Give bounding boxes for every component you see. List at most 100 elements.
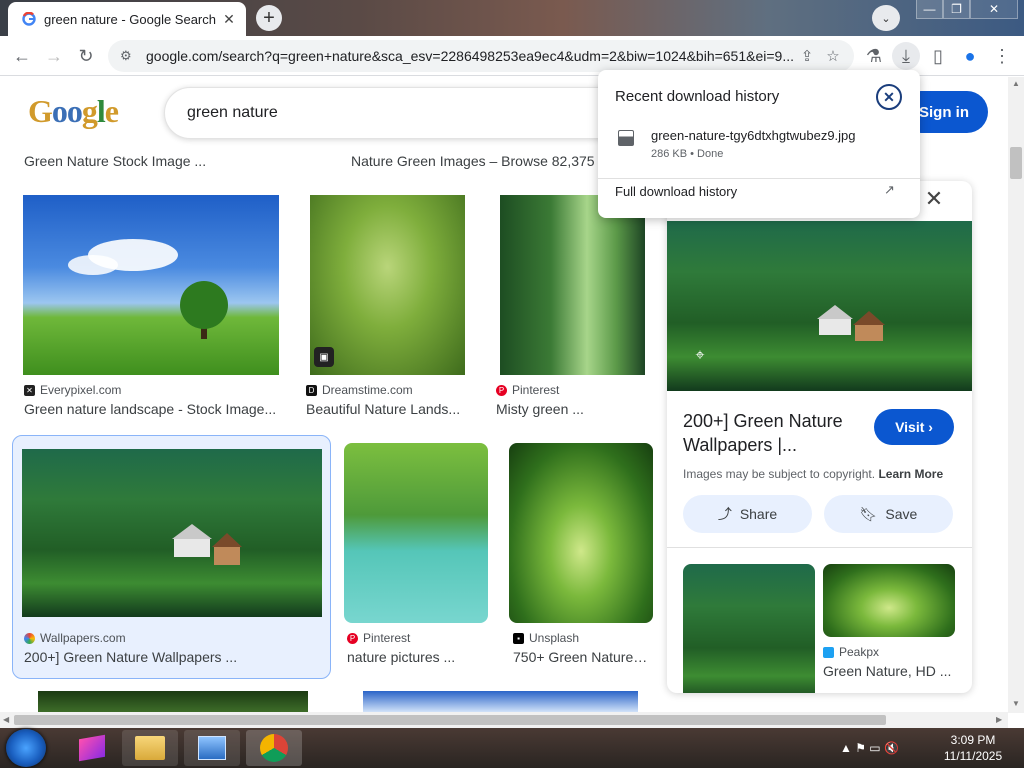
windows-taskbar: ▲ ⚑ ▭ 🔇 3:09 PM 11/11/2025 <box>0 728 1024 768</box>
side-panel-icon[interactable]: ▯ <box>924 42 952 70</box>
system-tray[interactable]: ▲ ⚑ ▭ 🔇 <box>840 728 899 768</box>
result-caption[interactable]: 750+ Green Nature ... <box>513 649 648 665</box>
result-source[interactable]: Wallpapers.com <box>24 631 126 645</box>
visit-button[interactable]: Visit › <box>874 409 954 445</box>
clock-time: 3:09 PM <box>950 733 996 747</box>
result-image-forest-path[interactable]: ▣ <box>310 195 465 375</box>
google-lens-icon[interactable]: ⌖ <box>689 345 711 367</box>
share-button[interactable]: ⤴ Share <box>683 495 812 533</box>
tab-search-button[interactable]: ⌄ <box>872 5 900 31</box>
preview-title[interactable]: 200+] Green Nature Wallpapers |... <box>683 409 863 457</box>
result-caption[interactable]: Nature Green Images – Browse 82,375 <box>351 153 601 169</box>
reload-button[interactable]: ↻ <box>72 42 100 70</box>
result-caption[interactable]: nature pictures ... <box>347 649 492 665</box>
preview-image[interactable]: ⌖ <box>667 221 972 391</box>
copyright-text: Images may be subject to copyright. <box>683 467 876 481</box>
tab-title: green nature - Google Search <box>44 11 216 27</box>
browser-menu-icon[interactable]: ⋮ <box>988 42 1016 70</box>
cube-app-icon <box>79 734 105 762</box>
related-caption[interactable]: Green Nature, HD ... <box>823 663 951 679</box>
pinterest-icon: P <box>347 632 358 644</box>
vertical-scrollbar[interactable]: ▲ ▼ <box>1008 77 1024 713</box>
horizontal-scrollbar[interactable]: ◀ ▶ <box>0 712 1008 728</box>
maximize-button[interactable]: ❐ <box>943 0 970 19</box>
full-download-history-link[interactable]: Full download history <box>615 184 737 199</box>
minimize-button[interactable]: — <box>916 0 943 19</box>
back-button[interactable]: ← <box>8 42 36 70</box>
share-icon[interactable]: ⇪ <box>794 47 820 65</box>
download-filename[interactable]: green-nature-tgy6dtxhgtwubez9.jpg <box>651 128 856 143</box>
result-source[interactable]: D Dreamstime.com <box>306 383 413 397</box>
logo-letter: o <box>66 93 83 129</box>
start-button[interactable] <box>6 729 46 767</box>
result-image-partial[interactable] <box>38 691 308 713</box>
bookmark-star-icon[interactable]: ☆ <box>820 47 846 65</box>
scroll-right-arrow-icon[interactable]: ▶ <box>996 715 1002 724</box>
window-controls: — ❐ ✕ <box>916 0 1018 20</box>
profile-icon[interactable]: ● <box>956 42 984 70</box>
control-panel-icon <box>198 736 226 760</box>
result-source[interactable]: ▪ Unsplash <box>513 631 579 645</box>
result-image-valley-house[interactable] <box>22 449 322 617</box>
vertical-scroll-thumb[interactable] <box>1010 147 1022 179</box>
related-image[interactable] <box>683 564 815 693</box>
taskbar-clock[interactable]: 3:09 PM 11/11/2025 <box>938 732 1008 764</box>
tree-illustration <box>68 239 228 339</box>
download-status: 286 KB • Done <box>651 148 724 160</box>
related-source-name: Peakpx <box>839 645 880 659</box>
tray-icons[interactable]: ▲ ⚑ ▭ 🔇 <box>840 741 899 755</box>
result-source[interactable]: ✕ Everypixel.com <box>24 383 121 397</box>
learn-more-link[interactable]: Learn More <box>878 467 943 481</box>
tab-close-icon[interactable]: ✕ <box>220 10 238 28</box>
scroll-left-arrow-icon[interactable]: ◀ <box>3 715 9 724</box>
result-source[interactable]: P Pinterest <box>347 631 410 645</box>
app-icon-cube[interactable] <box>64 730 120 766</box>
image-file-icon <box>618 130 634 146</box>
close-window-button[interactable]: ✕ <box>970 0 1018 19</box>
download-history-popup: Recent download history ✕ green-nature-t… <box>598 70 920 218</box>
source-name: Pinterest <box>512 383 560 397</box>
horizontal-scroll-thumb[interactable] <box>14 715 886 725</box>
logo-letter: l <box>96 93 106 129</box>
result-image-partial[interactable] <box>363 691 638 713</box>
address-bar[interactable]: ⚙ google.com/search?q=green+nature&sca_e… <box>108 40 854 72</box>
peakpx-icon <box>823 646 834 658</box>
scroll-down-arrow-icon[interactable]: ▼ <box>1012 699 1020 708</box>
close-panel-icon[interactable]: ✕ <box>922 186 946 211</box>
labs-icon[interactable]: ⚗ <box>860 42 888 70</box>
source-name: Unsplash <box>529 631 580 645</box>
close-download-popup-icon[interactable]: ✕ <box>876 84 902 110</box>
related-source[interactable]: Peakpx <box>823 645 879 659</box>
download-popup-title: Recent download history <box>615 88 780 105</box>
result-caption[interactable]: Green Nature Stock Image ... <box>24 153 274 169</box>
forward-button[interactable]: → <box>40 42 68 70</box>
google-logo[interactable]: Google <box>28 93 119 130</box>
browser-tab[interactable]: green nature - Google Search ✕ <box>8 2 246 36</box>
result-caption[interactable]: Beautiful Nature Lands... <box>306 401 466 417</box>
downloads-icon[interactable]: ⤓ <box>892 42 920 70</box>
save-button[interactable]: 🔖︎ Save <box>824 495 953 533</box>
result-image-misty-green[interactable] <box>500 195 645 375</box>
result-image-forest-road[interactable] <box>509 443 653 623</box>
result-caption[interactable]: Misty green ... <box>496 401 646 417</box>
new-tab-button[interactable]: + <box>256 5 282 31</box>
result-caption[interactable]: 200+] Green Nature Wallpapers ... <box>24 649 324 665</box>
wallpapers-icon <box>24 632 35 644</box>
url-text[interactable]: google.com/search?q=green+nature&sca_esv… <box>146 48 794 64</box>
search-box[interactable] <box>164 87 624 139</box>
result-source[interactable]: P Pinterest <box>496 383 559 397</box>
google-favicon-icon <box>22 12 36 26</box>
result-caption[interactable]: Green nature landscape - Stock Image... <box>24 401 280 417</box>
open-in-new-tab-icon[interactable]: ↗ <box>884 182 895 198</box>
search-input[interactable] <box>185 103 603 123</box>
related-image[interactable] <box>823 564 955 637</box>
folder-icon <box>135 736 165 760</box>
pinterest-icon: P <box>496 384 507 396</box>
file-explorer-button[interactable] <box>122 730 178 766</box>
scroll-up-arrow-icon[interactable]: ▲ <box>1012 79 1020 88</box>
result-image-tree-field[interactable] <box>23 195 279 375</box>
control-panel-button[interactable] <box>184 730 240 766</box>
chrome-taskbar-button[interactable] <box>246 730 302 766</box>
site-info-icon[interactable]: ⚙ <box>120 48 140 64</box>
result-image-lake-tree[interactable] <box>344 443 488 623</box>
